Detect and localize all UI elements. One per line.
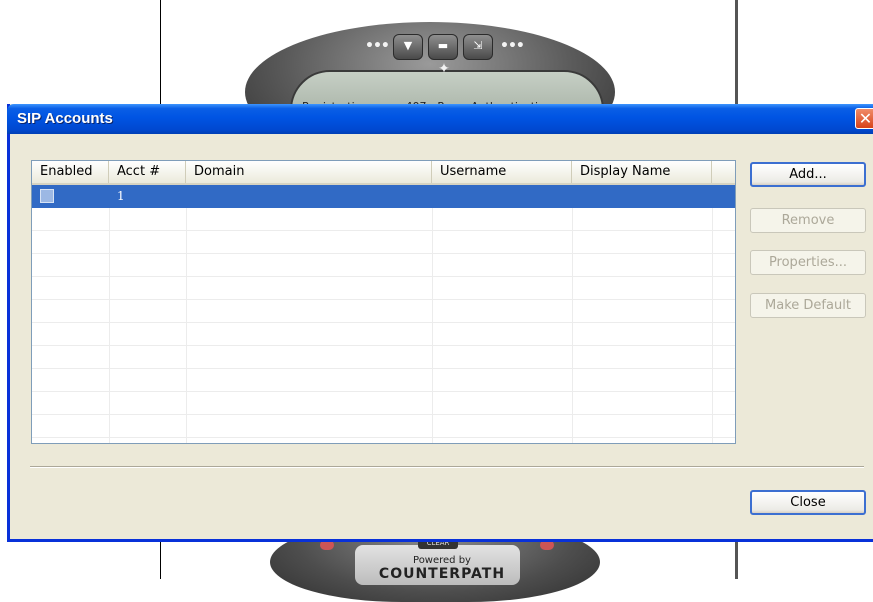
empty-row: [32, 277, 735, 300]
phone-minimize-button[interactable]: ▬: [428, 34, 458, 60]
empty-row: [32, 254, 735, 277]
brand-logo: COUNTERPATH: [378, 566, 506, 582]
empty-row: [32, 369, 735, 392]
add-button[interactable]: Add...: [750, 162, 866, 187]
sip-accounts-dialog: SIP Accounts ✕ Enabled Acct # Domain Use…: [7, 104, 873, 542]
close-icon[interactable]: ✕: [855, 108, 873, 129]
column-header-acct[interactable]: Acct #: [109, 161, 186, 183]
dialog-separator: [30, 466, 864, 468]
empty-row: [32, 392, 735, 415]
properties-button[interactable]: Properties...: [750, 250, 866, 275]
accounts-list[interactable]: Enabled Acct # Domain Username Display N…: [31, 160, 736, 444]
empty-row: [32, 231, 735, 254]
dialog-titlebar[interactable]: SIP Accounts ✕: [7, 104, 873, 134]
phone-dots-right: •••: [500, 38, 525, 54]
column-header-enabled[interactable]: Enabled: [32, 161, 109, 183]
phone-menu-button[interactable]: ▼: [393, 34, 423, 60]
table-row[interactable]: 1: [32, 185, 735, 208]
make-default-button[interactable]: Make Default: [750, 293, 866, 318]
enabled-checkbox[interactable]: [40, 189, 54, 203]
remove-button[interactable]: Remove: [750, 208, 866, 233]
dialog-title: SIP Accounts: [17, 110, 113, 127]
column-header-display-name[interactable]: Display Name: [572, 161, 712, 183]
empty-row: [32, 300, 735, 323]
list-header: Enabled Acct # Domain Username Display N…: [32, 161, 735, 185]
empty-row: [32, 346, 735, 369]
phone-dots-left: •••: [365, 38, 390, 54]
empty-row: [32, 323, 735, 346]
empty-row: [32, 415, 735, 438]
column-header-username[interactable]: Username: [432, 161, 572, 183]
counterpath-logo-icon: ✦: [438, 61, 450, 77]
acct-number-cell: 1: [117, 189, 125, 203]
close-button[interactable]: Close: [750, 490, 866, 515]
phone-compact-button[interactable]: ⇲: [463, 34, 493, 60]
column-header-domain[interactable]: Domain: [186, 161, 432, 183]
empty-row: [32, 208, 735, 231]
powered-by-label: Powered by: [413, 555, 471, 566]
